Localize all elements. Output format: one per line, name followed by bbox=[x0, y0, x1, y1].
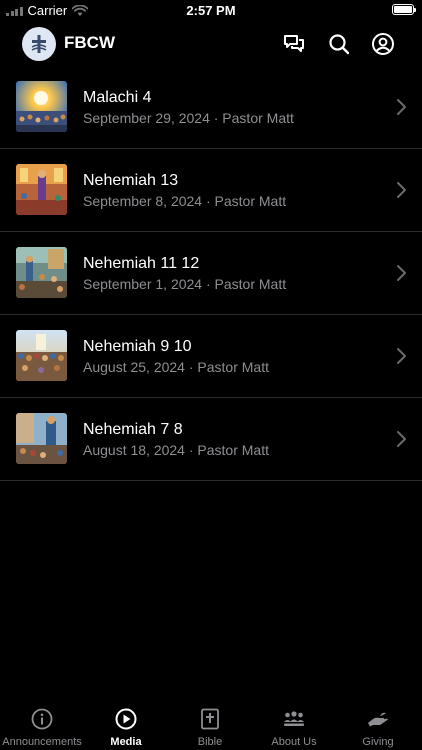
sermon-list: Malachi 4 September 29, 2024 · Pastor Ma… bbox=[0, 66, 422, 481]
chevron-right-icon bbox=[397, 182, 406, 198]
sermon-meta: September 1, 2024 · Pastor Matt bbox=[83, 276, 287, 292]
media-screen: Carrier 2:57 PM FBCW Malachi 4 September… bbox=[0, 0, 422, 750]
sermon-thumbnail bbox=[16, 247, 67, 298]
cross-logo-icon bbox=[31, 35, 47, 53]
tab-bible[interactable]: Bible bbox=[168, 700, 252, 750]
sermon-meta: August 18, 2024 · Pastor Matt bbox=[83, 442, 269, 458]
sermon-meta: August 25, 2024 · Pastor Matt bbox=[83, 359, 269, 375]
tab-about-us[interactable]: About Us bbox=[252, 700, 336, 750]
tab-label: Media bbox=[110, 736, 142, 748]
giving-hand-icon bbox=[368, 712, 388, 727]
sermon-thumbnail bbox=[16, 413, 67, 464]
sermon-thumbnail bbox=[16, 330, 67, 381]
tab-label: About Us bbox=[271, 736, 317, 748]
tab-giving[interactable]: Giving bbox=[336, 700, 420, 750]
tab-media[interactable]: Media bbox=[84, 700, 168, 750]
tab-label: Bible bbox=[197, 736, 223, 748]
sermon-title: Nehemiah 11 12 bbox=[83, 255, 200, 272]
sermon-row[interactable]: Malachi 4 September 29, 2024 · Pastor Ma… bbox=[0, 66, 422, 149]
chevron-right-icon bbox=[397, 431, 406, 447]
nav-bar: FBCW bbox=[0, 22, 422, 66]
sermon-thumbnail bbox=[16, 81, 67, 132]
sermon-row[interactable]: Nehemiah 7 8 August 18, 2024 · Pastor Ma… bbox=[0, 398, 422, 481]
status-time: 2:57 PM bbox=[186, 3, 236, 18]
sermon-row[interactable]: Nehemiah 13 September 8, 2024 · Pastor M… bbox=[0, 149, 422, 232]
search-icon[interactable] bbox=[327, 32, 351, 56]
sermon-meta: September 8, 2024 · Pastor Matt bbox=[83, 193, 287, 209]
bible-icon bbox=[201, 708, 219, 730]
chat-icon[interactable] bbox=[282, 32, 306, 56]
sermon-title: Malachi 4 bbox=[83, 89, 152, 106]
info-icon bbox=[31, 708, 53, 730]
chevron-right-icon bbox=[397, 99, 406, 115]
sermon-row[interactable]: Nehemiah 9 10 August 25, 2024 · Pastor M… bbox=[0, 315, 422, 398]
chevron-right-icon bbox=[397, 348, 406, 364]
chevron-right-icon bbox=[397, 265, 406, 281]
status-bar: Carrier 2:57 PM bbox=[0, 0, 422, 22]
account-icon[interactable] bbox=[371, 32, 395, 56]
people-icon bbox=[284, 711, 304, 726]
sermon-thumbnail bbox=[16, 164, 67, 215]
sermon-meta: September 29, 2024 · Pastor Matt bbox=[83, 110, 294, 126]
sermon-title: Nehemiah 9 10 bbox=[83, 338, 192, 355]
tab-bar: Announcements Media Bible About Us Givin… bbox=[0, 700, 422, 750]
app-title: FBCW bbox=[64, 33, 115, 52]
church-logo[interactable] bbox=[22, 27, 56, 61]
tab-announcements[interactable]: Announcements bbox=[0, 700, 84, 750]
play-icon bbox=[115, 708, 137, 730]
sermon-title: Nehemiah 7 8 bbox=[83, 421, 183, 438]
sermon-row[interactable]: Nehemiah 11 12 September 1, 2024 · Pasto… bbox=[0, 232, 422, 315]
tab-label: Giving bbox=[362, 736, 394, 748]
sermon-title: Nehemiah 13 bbox=[83, 172, 179, 189]
tab-label: Announcements bbox=[2, 736, 82, 748]
battery-icon bbox=[392, 4, 416, 15]
